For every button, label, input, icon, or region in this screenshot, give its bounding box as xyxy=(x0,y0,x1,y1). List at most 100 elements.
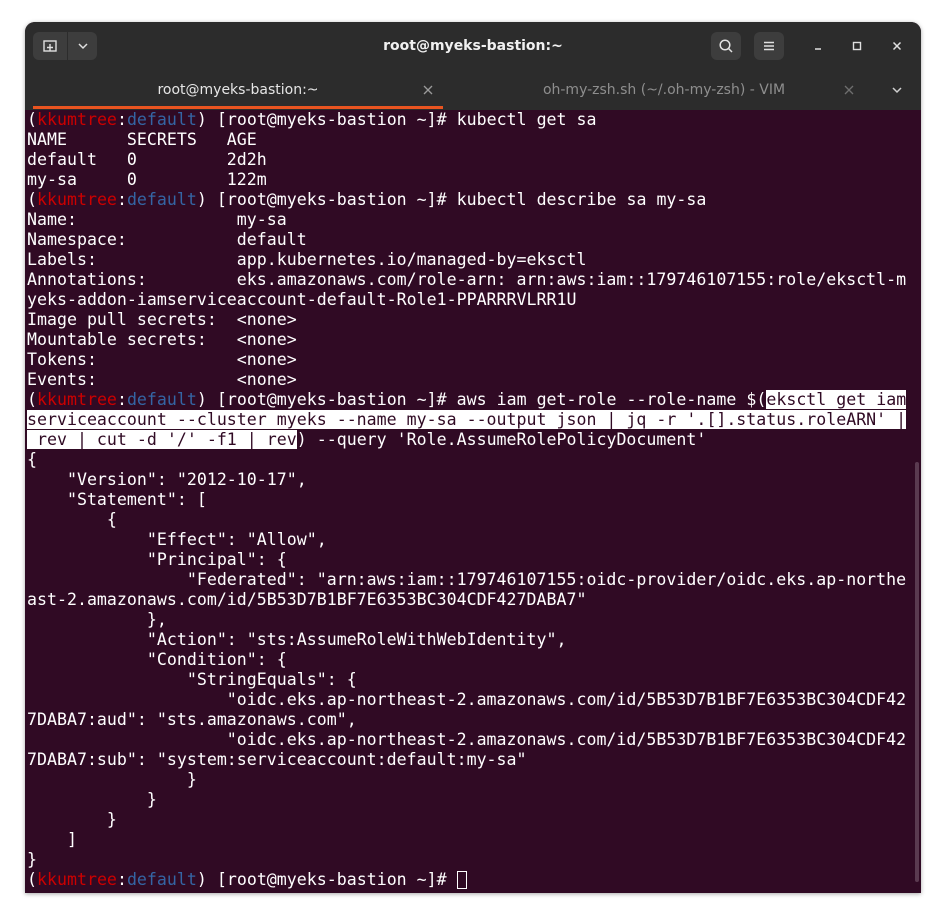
prompt-colon: : xyxy=(116,390,127,409)
prompt-host: [root@myeks-bastion ~]# xyxy=(216,110,457,129)
window-title: root@myeks-bastion:~ xyxy=(383,38,563,54)
prompt-colon: : xyxy=(116,190,127,209)
prompt-paren: ( xyxy=(27,110,37,129)
prompt-namespace: default xyxy=(126,190,197,209)
terminal-line: (kkumtree:default) [root@myeks-bastion ~… xyxy=(27,110,917,130)
new-tab-button[interactable] xyxy=(33,32,67,60)
output-text: 7DABA7:sub": "system:serviceaccount:defa… xyxy=(27,750,527,769)
terminal-line: }, xyxy=(27,610,917,630)
minimize-icon xyxy=(815,48,821,50)
output-text: "Action": "sts:AssumeRoleWithWebIdentity… xyxy=(27,630,567,649)
output-text: }, xyxy=(27,610,167,629)
terminal-line: "oidc.eks.ap-northeast-2.amazonaws.com/i… xyxy=(27,730,917,750)
output-text: } xyxy=(27,810,117,829)
title-bar: root@myeks-bastion:~ xyxy=(25,22,921,70)
terminal-line: serviceaccount --cluster myeks --name my… xyxy=(27,410,917,430)
tab-vim[interactable]: oh-my-zsh.sh (~/.oh-my-zsh) - VIM xyxy=(443,70,885,110)
terminal-line: "oidc.eks.ap-northeast-2.amazonaws.com/i… xyxy=(27,690,917,710)
output-text: ast-2.amazonaws.com/id/5B53D7B1BF7E6353B… xyxy=(27,590,587,609)
output-text: } xyxy=(27,850,37,869)
terminal-output[interactable]: (kkumtree:default) [root@myeks-bastion ~… xyxy=(27,110,917,893)
terminal-line: 7DABA7:aud": "sts.amazonaws.com", xyxy=(27,710,917,730)
prompt-host: [root@myeks-bastion ~]# xyxy=(216,190,457,209)
terminal-line: Tokens: <none> xyxy=(27,350,917,370)
terminal-line: rev | cut -d '/' -f1 | rev) --query 'Rol… xyxy=(27,430,917,450)
tab-terminal[interactable]: root@myeks-bastion:~ xyxy=(33,70,443,110)
terminal-line: "Effect": "Allow", xyxy=(27,530,917,550)
tab-label: oh-my-zsh.sh (~/.oh-my-zsh) - VIM xyxy=(542,82,786,98)
prompt-paren: ( xyxy=(27,390,37,409)
prompt-namespace: default xyxy=(126,870,197,889)
output-text: Namespace: default xyxy=(27,230,307,249)
output-text: } xyxy=(27,790,157,809)
chevron-down-icon xyxy=(77,43,88,50)
terminal-line: Events: <none> xyxy=(27,370,917,390)
terminal-line: "Version": "2012-10-17", xyxy=(27,470,917,490)
selected-text: rev | cut -d '/' -f1 | rev xyxy=(27,430,297,449)
terminal-line: 7DABA7:sub": "system:serviceaccount:defa… xyxy=(27,750,917,770)
output-text: Name: my-sa xyxy=(27,210,287,229)
new-tab-menu-button[interactable] xyxy=(68,32,97,60)
prompt-paren: ) xyxy=(196,390,217,409)
terminal-line: } xyxy=(27,770,917,790)
chevron-down-icon[interactable] xyxy=(891,84,903,96)
command-text: kubectl get sa xyxy=(456,110,597,129)
prompt-host: [root@myeks-bastion ~]# xyxy=(216,870,457,889)
output-text: "Statement": [ xyxy=(27,490,207,509)
terminal-window: root@myeks-bastion:~ root@myeks-bastion:… xyxy=(25,22,921,893)
maximize-button[interactable] xyxy=(845,34,869,58)
terminal-line: } xyxy=(27,790,917,810)
tab-label: root@myeks-bastion:~ xyxy=(157,82,319,98)
output-text: "Version": "2012-10-17", xyxy=(27,470,307,489)
prompt-user: kkumtree xyxy=(37,870,117,889)
prompt-user: kkumtree xyxy=(37,190,117,209)
terminal-line: my-sa 0 122m xyxy=(27,170,917,190)
close-icon[interactable] xyxy=(422,84,434,96)
output-text: default 0 2d2h xyxy=(27,150,267,169)
terminal-line: ast-2.amazonaws.com/id/5B53D7B1BF7E6353B… xyxy=(27,590,917,610)
terminal-line: (kkumtree:default) [root@myeks-bastion ~… xyxy=(27,190,917,210)
output-text: 7DABA7:aud": "sts.amazonaws.com", xyxy=(27,710,357,729)
terminal-line: "Action": "sts:AssumeRoleWithWebIdentity… xyxy=(27,630,917,650)
terminal-cursor xyxy=(456,871,467,889)
output-text: "Condition": { xyxy=(27,650,287,669)
terminal-line: default 0 2d2h xyxy=(27,150,917,170)
minimize-button[interactable] xyxy=(806,34,830,58)
terminal-line: Annotations: eks.amazonaws.com/role-arn:… xyxy=(27,270,917,290)
terminal-line: "StringEquals": { xyxy=(27,670,917,690)
search-icon xyxy=(719,39,733,53)
terminal-line: "Condition": { xyxy=(27,650,917,670)
output-text: "Principal": { xyxy=(27,550,287,569)
selected-text: eksctl get iam xyxy=(766,390,907,409)
terminal-line: } xyxy=(27,850,917,870)
output-text: Image pull secrets: <none> xyxy=(27,310,297,329)
output-text: Annotations: eks.amazonaws.com/role-arn:… xyxy=(27,270,907,289)
output-text: "oidc.eks.ap-northeast-2.amazonaws.com/i… xyxy=(27,730,907,749)
output-text: Labels: app.kubernetes.io/managed-by=eks… xyxy=(27,250,587,269)
menu-button[interactable] xyxy=(754,32,784,60)
output-text: } xyxy=(27,770,197,789)
maximize-icon xyxy=(852,41,862,51)
terminal-line: NAME SECRETS AGE xyxy=(27,130,917,150)
scrollbar[interactable] xyxy=(915,462,919,882)
prompt-namespace: default xyxy=(126,110,197,129)
close-icon xyxy=(892,41,902,51)
prompt-paren: ( xyxy=(27,870,37,889)
terminal-line: Image pull secrets: <none> xyxy=(27,310,917,330)
search-button[interactable] xyxy=(711,32,741,60)
close-icon[interactable] xyxy=(843,84,855,96)
prompt-paren: ( xyxy=(27,190,37,209)
terminal-line: Namespace: default xyxy=(27,230,917,250)
output-text: Tokens: <none> xyxy=(27,350,297,369)
output-text: "Effect": "Allow", xyxy=(27,530,327,549)
terminal-line: "Principal": { xyxy=(27,550,917,570)
terminal-line: yeks-addon-iamserviceaccount-default-Rol… xyxy=(27,290,917,310)
selected-text: serviceaccount --cluster myeks --name my… xyxy=(27,410,907,429)
output-text: "Federated": "arn:aws:iam::179746107155:… xyxy=(27,570,907,589)
prompt-paren: ) xyxy=(196,190,217,209)
close-window-button[interactable] xyxy=(885,34,909,58)
command-text: ) --query 'Role.AssumeRolePolicyDocument… xyxy=(296,430,707,449)
output-text: Events: <none> xyxy=(27,370,297,389)
new-tab-icon xyxy=(43,40,57,52)
prompt-paren: ) xyxy=(196,110,217,129)
